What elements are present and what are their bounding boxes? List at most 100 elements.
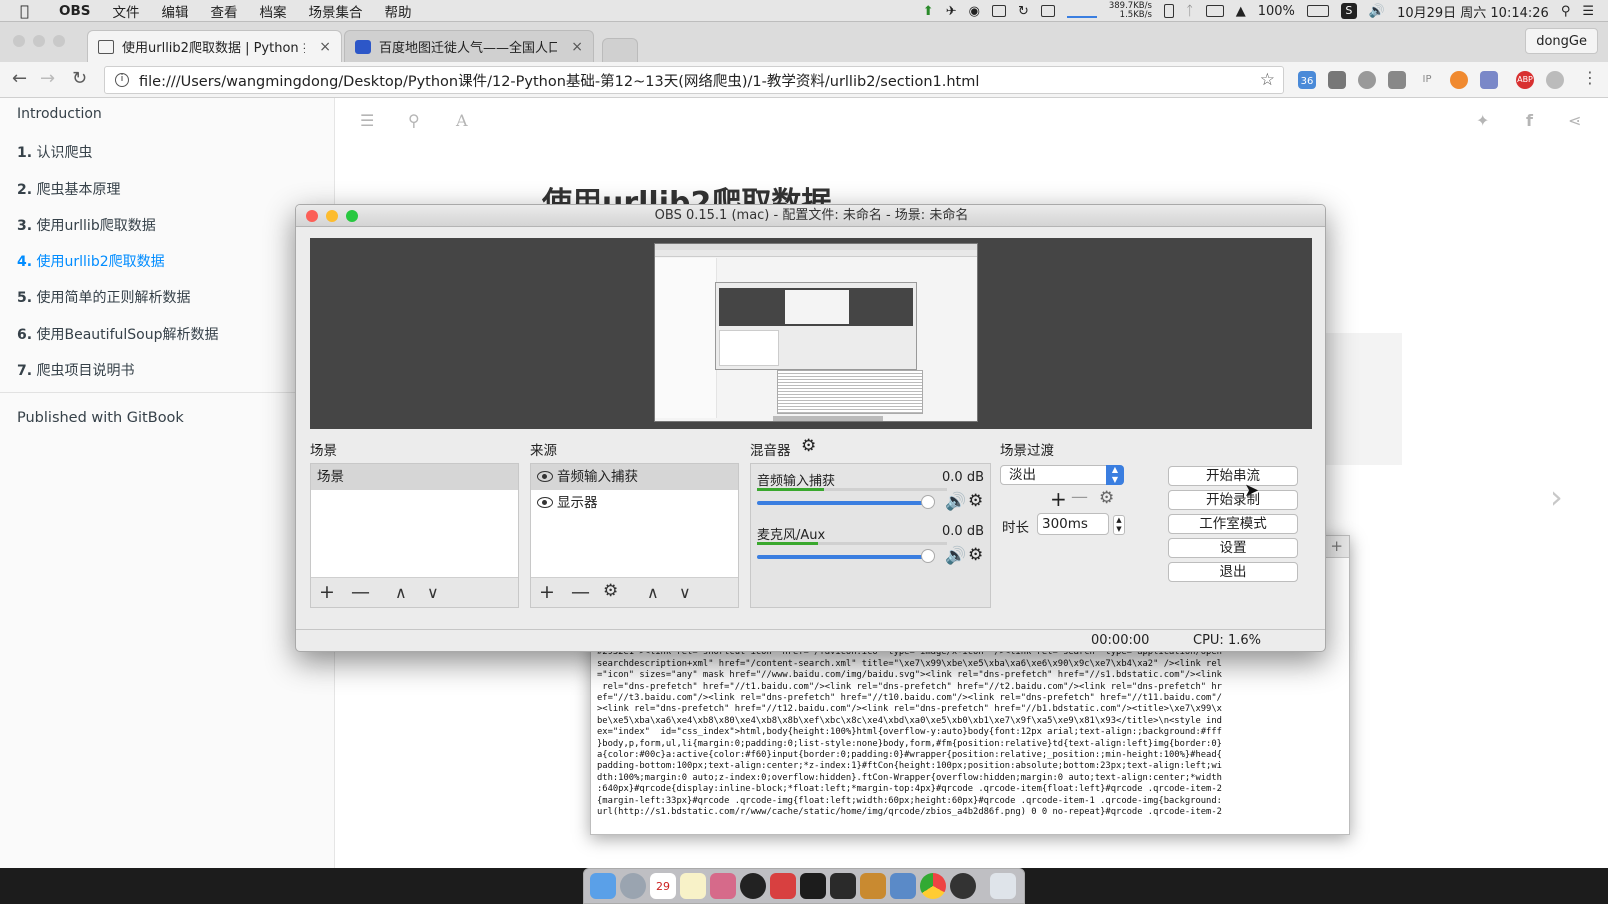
finder-icon[interactable] [590, 873, 616, 899]
window-minimize-button[interactable] [33, 35, 45, 47]
start-recording-button[interactable]: 开始录制 [1168, 490, 1298, 510]
launchpad-icon[interactable] [620, 873, 646, 899]
reload-icon[interactable]: ↻ [72, 68, 87, 89]
s-app-icon[interactable]: S [1340, 3, 1357, 19]
back-arrow-icon[interactable]: ← [12, 68, 27, 89]
clock[interactable]: 10月29日 周六 10:14:26 [1397, 2, 1549, 21]
calendar-extension-icon[interactable]: 36 [1298, 71, 1316, 89]
remove-scene-minus-icon[interactable]: — [351, 581, 370, 603]
url-text[interactable]: file:///Users/wangmingdong/Desktop/Pytho… [139, 70, 979, 91]
published-with-gitbook-link[interactable]: Published with GitBook [17, 410, 184, 426]
move-up-chevron-icon[interactable]: ∧ [647, 583, 659, 602]
ip-extension-icon[interactable]: IP [1418, 71, 1436, 89]
extension-icon[interactable] [1480, 71, 1498, 89]
menu-file[interactable]: 文件 [113, 1, 140, 21]
visibility-eye-icon[interactable] [537, 497, 553, 508]
sidebar-item-chapter-1[interactable]: 1. 认识爬虫 [17, 142, 93, 162]
apple-menu-icon[interactable]:  [20, 2, 29, 20]
adblock-icon[interactable]: ABP [1516, 71, 1534, 89]
qr-extension-icon[interactable] [1328, 71, 1346, 89]
obs-close-button[interactable] [306, 210, 318, 222]
extension-icon[interactable] [1450, 71, 1468, 89]
source-list-item[interactable]: 音频输入捕获 [531, 464, 738, 490]
tab-close-icon[interactable]: × [319, 39, 331, 55]
font-settings-icon[interactable]: A [456, 111, 468, 130]
bluetooth-icon[interactable]: ᛏ [1186, 4, 1194, 19]
menu-icon[interactable]: ☰ [360, 111, 374, 130]
duration-stepper[interactable]: ▲ ▼ [1113, 515, 1125, 535]
track-settings-gear-icon[interactable]: ⚙ [968, 491, 983, 511]
start-streaming-button[interactable]: 开始串流 [1168, 466, 1298, 486]
obs-icon[interactable] [950, 873, 976, 899]
menu-view[interactable]: 查看 [211, 1, 238, 21]
move-up-chevron-icon[interactable]: ∧ [395, 583, 407, 602]
battery-percent[interactable]: 100% [1258, 4, 1295, 19]
volume-slider-knob[interactable] [921, 549, 935, 563]
qq-icon[interactable] [740, 873, 766, 899]
plane-icon[interactable]: ✈ [946, 4, 957, 19]
terminal-icon[interactable] [800, 873, 826, 899]
add-scene-plus-icon[interactable]: + [319, 581, 335, 603]
volume-slider[interactable] [757, 501, 929, 505]
source-list-item[interactable]: 显示器 [531, 490, 738, 516]
facebook-icon[interactable]: f [1526, 111, 1533, 130]
window-close-button[interactable] [13, 35, 25, 47]
sublime-text-icon[interactable] [860, 873, 886, 899]
spotlight-icon[interactable]: ⚲ [1561, 4, 1571, 19]
menu-profile[interactable]: 档案 [260, 1, 287, 21]
app-icon[interactable] [770, 873, 796, 899]
move-down-chevron-icon[interactable]: ∨ [679, 583, 691, 602]
obs-zoom-button[interactable] [346, 210, 358, 222]
sidebar-item-chapter-7[interactable]: 7. 爬虫项目说明书 [17, 360, 135, 380]
source-properties-gear-icon[interactable]: ⚙ [603, 581, 618, 601]
notification-list-icon[interactable]: ☰ [1582, 4, 1594, 19]
menu-edit[interactable]: 编辑 [162, 1, 189, 21]
window-zoom-button[interactable] [53, 35, 65, 47]
new-tab-plus-icon[interactable]: + [1330, 537, 1343, 555]
settings-button[interactable]: 设置 [1168, 538, 1298, 558]
terminal-output[interactable]: tp-equiv="X-UA-Compatible" content="IE=E… [597, 636, 1347, 819]
info-icon[interactable]: i [115, 73, 129, 87]
exit-button[interactable]: 退出 [1168, 562, 1298, 582]
wifi-icon[interactable]: ▲ [1236, 4, 1246, 19]
add-source-plus-icon[interactable]: + [539, 581, 555, 603]
obs-title-bar[interactable]: OBS 0.15.1 (mac) - 配置文件: 未命名 - 场景: 未命名 [296, 205, 1325, 227]
extension-icon[interactable] [1546, 71, 1564, 89]
sidebar-item-chapter-5[interactable]: 5. 使用简单的正则解析数据 [17, 287, 191, 307]
visibility-eye-icon[interactable] [537, 471, 553, 482]
window-icon[interactable] [1040, 5, 1055, 17]
notes-icon[interactable] [680, 873, 706, 899]
tab-close-icon[interactable]: × [571, 39, 583, 55]
new-tab-button[interactable] [602, 38, 638, 62]
status-up-icon[interactable]: ⬆ [923, 4, 934, 19]
speaker-mute-icon[interactable]: 🔊 [945, 492, 966, 512]
track-settings-gear-icon[interactable]: ⚙ [968, 545, 983, 565]
app-icon[interactable] [890, 873, 916, 899]
obs-minimize-button[interactable] [326, 210, 338, 222]
menu-scene-collection[interactable]: 场景集合 [309, 1, 363, 21]
next-page-arrow-icon[interactable]: › [1550, 478, 1563, 516]
menu-app-name[interactable]: OBS [59, 3, 91, 19]
memory-icon[interactable] [1163, 4, 1174, 18]
extension-icon[interactable] [1358, 71, 1376, 89]
move-down-chevron-icon[interactable]: ∨ [427, 583, 439, 602]
battery-icon[interactable] [1306, 5, 1329, 17]
scene-list-item[interactable]: 场景 [311, 464, 518, 490]
add-transition-plus-icon[interactable]: + [1050, 487, 1067, 511]
profile-button[interactable]: dongGe [1525, 28, 1598, 54]
forward-arrow-icon[interactable]: → [40, 68, 55, 89]
remove-source-minus-icon[interactable]: — [571, 581, 590, 603]
obs-preview[interactable] [310, 238, 1312, 429]
sidebar-item-introduction[interactable]: Introduction [17, 106, 102, 122]
tab-urllib2[interactable]: 使用urllib2爬取数据 | Python 扌 × [87, 30, 342, 62]
mixer-settings-gear-icon[interactable]: ⚙ [801, 436, 816, 456]
volume-slider-knob[interactable] [921, 495, 935, 509]
sidebar-item-chapter-4[interactable]: 4. 使用urllib2爬取数据 [17, 251, 165, 271]
keyboard-icon[interactable] [1205, 5, 1224, 17]
sidebar-item-chapter-6[interactable]: 6. 使用BeautifulSoup解析数据 [17, 324, 218, 344]
studio-mode-button[interactable]: 工作室模式 [1168, 514, 1298, 534]
sync-icon[interactable]: ↻ [1018, 4, 1029, 19]
duration-input[interactable]: 300ms [1037, 513, 1109, 535]
record-icon[interactable]: ◉ [969, 4, 980, 19]
display-icon[interactable] [991, 5, 1006, 17]
